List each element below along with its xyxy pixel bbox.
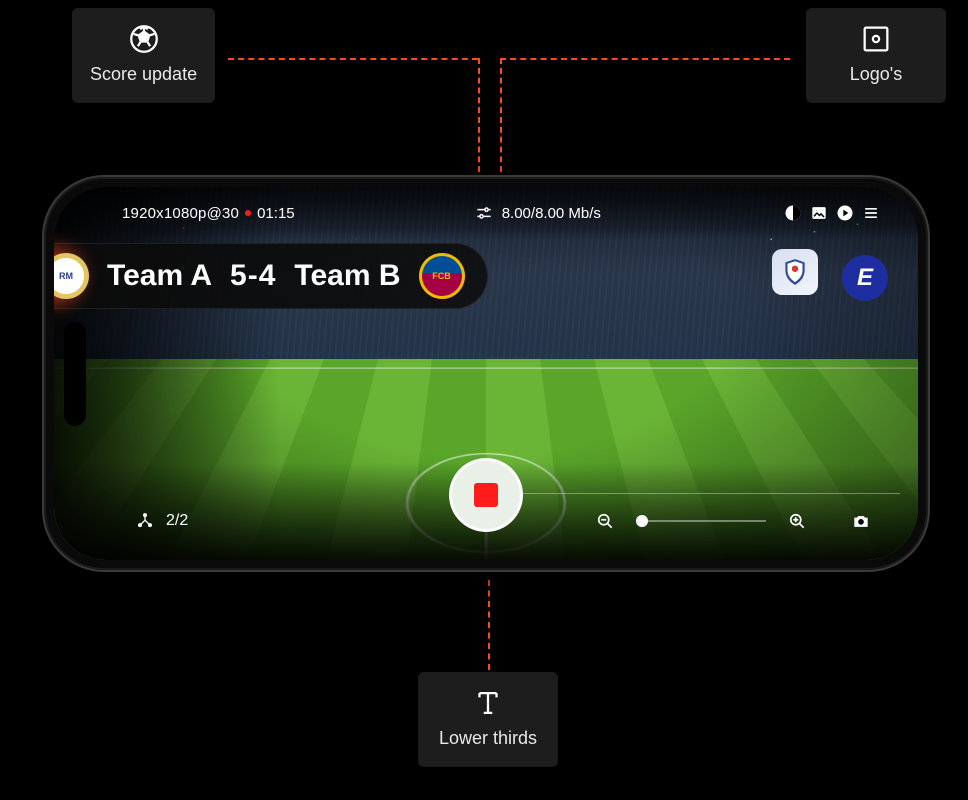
team-a-crest: RM — [54, 253, 89, 299]
channel-logo-overlay[interactable]: E — [842, 255, 888, 301]
menu-button[interactable] — [858, 200, 884, 226]
text-icon — [471, 686, 505, 720]
callout-label: Lower thirds — [439, 728, 537, 749]
camera-icon — [851, 511, 871, 531]
connector-line — [500, 58, 790, 60]
soccer-ball-icon — [127, 22, 161, 56]
score-overlay[interactable]: RM Team A 5-4 Team B FCB — [54, 243, 488, 309]
menu-icon — [861, 203, 881, 223]
stop-icon — [474, 483, 498, 507]
league-shield-icon — [782, 257, 808, 287]
connector-line — [228, 58, 478, 60]
connector-line — [500, 58, 502, 182]
league-badge-overlay[interactable] — [772, 249, 818, 295]
callout-logos: Logo's — [806, 8, 946, 103]
connector-line — [478, 58, 480, 182]
team-b-crest: FCB — [419, 253, 465, 299]
score-value: 5-4 — [230, 259, 276, 293]
bitrate-label: 8.00/8.00 Mb/s — [502, 205, 601, 222]
connections-button[interactable] — [132, 508, 158, 534]
connections-count: 2/2 — [166, 512, 188, 530]
connector-line — [488, 580, 490, 670]
recording-dot-icon — [245, 210, 251, 216]
app-viewport: 1920x1080p@30 01:15 8.00/8.00 Mb/s — [54, 187, 918, 560]
resolution-label: 1920x1080p@30 — [122, 205, 239, 222]
play-button[interactable] — [832, 200, 858, 226]
zoom-out-icon — [595, 511, 615, 531]
callout-label: Logo's — [850, 64, 902, 85]
zoom-out-button[interactable] — [592, 508, 618, 534]
callout-lower-thirds: Lower thirds — [418, 672, 558, 767]
team-a-name: Team A — [107, 259, 212, 293]
team-b-name: Team B — [294, 259, 400, 293]
zoom-in-icon — [787, 511, 807, 531]
bitrate-group[interactable]: 8.00/8.00 Mb/s — [474, 203, 601, 223]
image-button[interactable] — [806, 200, 832, 226]
callout-label: Score update — [90, 64, 197, 85]
play-circle-icon — [835, 203, 855, 223]
contrast-button[interactable] — [780, 200, 806, 226]
phone-device-frame: 1920x1080p@30 01:15 8.00/8.00 Mb/s — [42, 175, 930, 572]
zoom-slider[interactable] — [636, 520, 766, 522]
contrast-icon — [783, 203, 803, 223]
elapsed-time: 01:15 — [257, 205, 295, 222]
channel-logo-letter: E — [857, 264, 873, 292]
sliders-icon — [474, 203, 494, 223]
zoom-slider-handle[interactable] — [636, 515, 648, 527]
logo-square-icon — [859, 22, 893, 56]
callout-score-update: Score update — [72, 8, 215, 103]
network-nodes-icon — [135, 511, 155, 531]
device-notch — [64, 322, 86, 426]
record-stop-button[interactable] — [449, 458, 523, 532]
zoom-in-button[interactable] — [784, 508, 810, 534]
stream-status-bar: 1920x1080p@30 01:15 8.00/8.00 Mb/s — [54, 187, 918, 239]
image-icon — [809, 203, 829, 223]
snapshot-button[interactable] — [848, 508, 874, 534]
